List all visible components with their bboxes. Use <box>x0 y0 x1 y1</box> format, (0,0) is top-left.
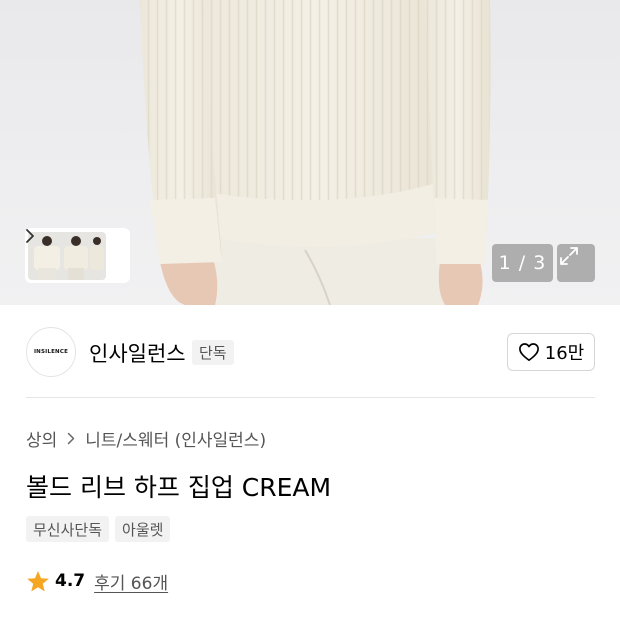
product-image[interactable]: 1 / 3 <box>0 0 620 305</box>
image-counter: 1 / 3 <box>492 244 553 282</box>
like-count: 16만 <box>544 343 585 364</box>
breadcrumb: 상의 니트/스웨터 (인사일런스) <box>26 426 266 451</box>
breadcrumb-item-category[interactable]: 상의 <box>26 426 57 451</box>
rating-value: 4.7 <box>55 571 86 591</box>
brand-logo[interactable]: INSILENCE <box>26 327 76 377</box>
product-title: 볼드 리브 하프 집업 CREAM <box>26 473 332 502</box>
thumbnails-next-button[interactable] <box>26 229 128 280</box>
rating-row: 4.7 후기 66개 <box>26 568 168 594</box>
star-icon <box>27 570 49 591</box>
breadcrumb-item-subcategory[interactable]: 니트/스웨터 (인사일런스) <box>85 426 266 451</box>
divider <box>26 397 595 398</box>
thumbnail-image[interactable] <box>28 231 106 280</box>
reviews-link[interactable]: 후기 66개 <box>94 569 168 594</box>
chevron-right-icon <box>67 432 75 445</box>
heart-icon <box>518 343 539 361</box>
thumbnail-preview <box>28 231 106 280</box>
expand-icon <box>560 247 578 265</box>
tag-outlet: 아울렛 <box>115 516 171 542</box>
brand-row: INSILENCE 인사일런스 단독 16만 <box>0 305 620 398</box>
product-tags: 무신사단독 아울렛 <box>26 516 171 542</box>
thumbnail-strip[interactable] <box>25 228 130 283</box>
brand-exclusive-badge: 단독 <box>192 340 234 365</box>
tag-exclusive: 무신사단독 <box>26 516 110 542</box>
chevron-right-icon <box>26 229 34 243</box>
expand-image-button[interactable] <box>557 244 595 282</box>
brand-name[interactable]: 인사일런스 <box>89 338 186 368</box>
like-button[interactable]: 16만 <box>507 333 595 371</box>
